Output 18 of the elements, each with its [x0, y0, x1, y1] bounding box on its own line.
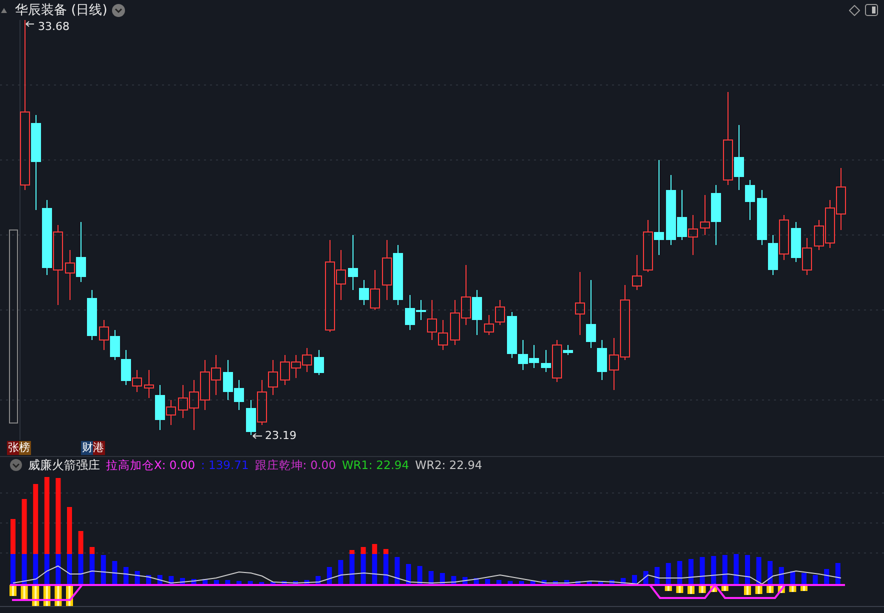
signal-line — [12, 584, 83, 601]
diamond-icon[interactable] — [849, 4, 860, 16]
panel-toggle-icon[interactable] — [865, 4, 878, 16]
indicator-readout: WR1: 22.94 — [342, 458, 410, 472]
arrow-icon — [26, 21, 34, 27]
arrow-icon — [252, 433, 262, 439]
dropdown-icon[interactable] — [112, 4, 126, 16]
indicator-readout: : 139.71 — [201, 458, 249, 472]
stock-tag[interactable]: 张榜 — [7, 441, 31, 455]
high-price-label: 33.68 — [38, 20, 70, 33]
stock-tag[interactable]: 财港 — [81, 441, 105, 455]
indicator-name: 威廉火箭强庄 — [28, 456, 100, 474]
chart-title: 华辰装备 (日线) — [15, 2, 108, 19]
low-price-label: 23.19 — [265, 429, 296, 440]
indicator-readout: WR2: 22.94 — [415, 458, 482, 472]
indicator-readout: 拉高加仓X: 0.00 — [106, 458, 196, 472]
dropdown-icon[interactable] — [10, 459, 22, 471]
indicator-readout: 跟庄乾坤: 0.00 — [254, 458, 336, 472]
